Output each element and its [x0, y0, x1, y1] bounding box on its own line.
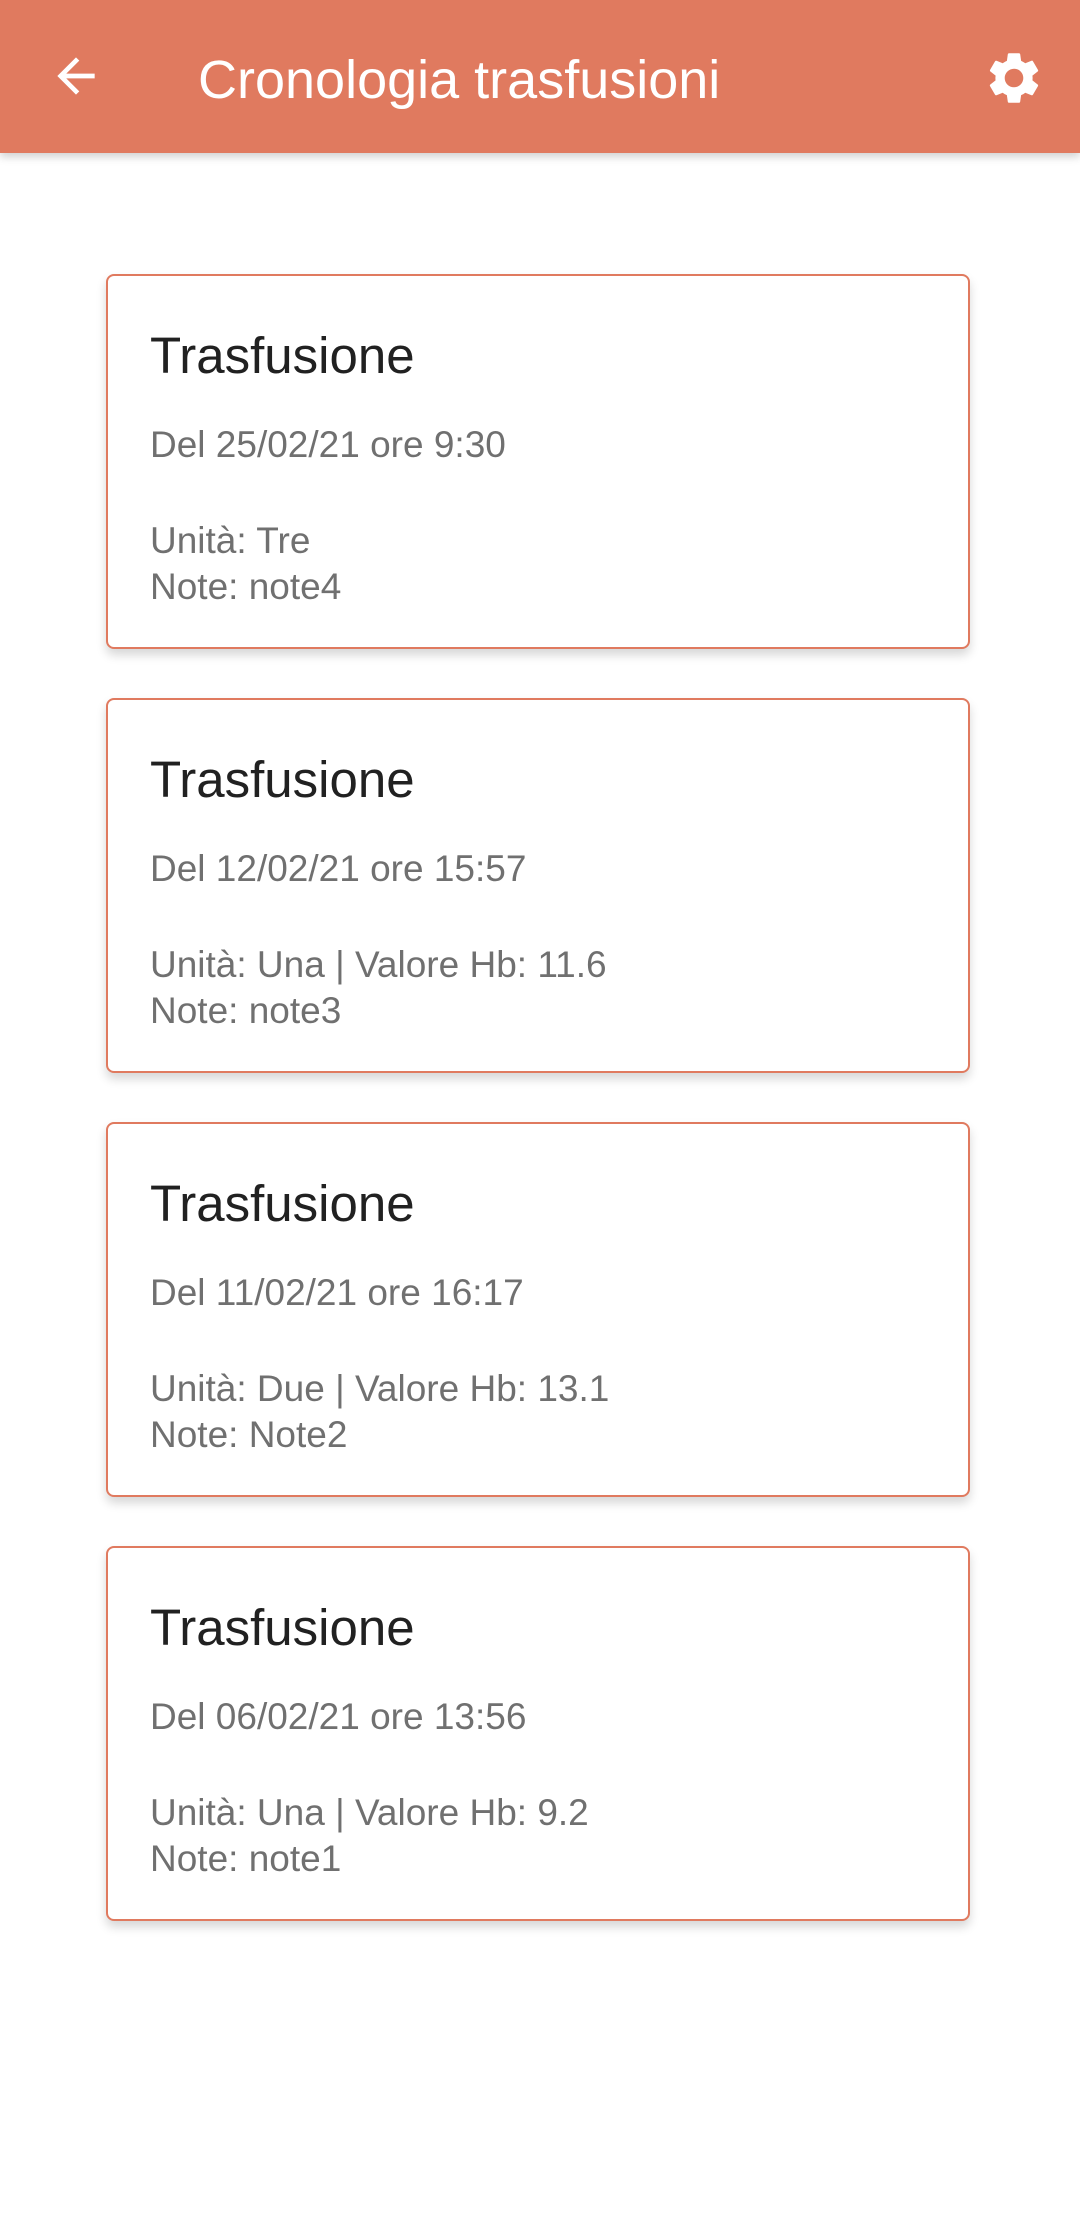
card-notes: Note: Note2 [150, 1414, 348, 1455]
settings-button[interactable] [972, 36, 1056, 120]
card-units: Unità: Una | Valore Hb: 11.6 [150, 944, 607, 985]
card-date: Del 06/02/21 ore 13:56 [150, 1696, 527, 1737]
card-date: Del 12/02/21 ore 15:57 [150, 848, 527, 889]
gear-icon [989, 53, 1039, 103]
transfusion-list: Trasfusione Del 25/02/21 ore 9:30 Unità:… [96, 246, 984, 1946]
card-title: Trasfusione [150, 327, 415, 384]
page-title: Cronologia trasfusioni [198, 50, 721, 110]
arrow-back-icon [57, 57, 95, 95]
card-date: Del 11/02/21 ore 16:17 [150, 1272, 524, 1313]
back-button[interactable] [36, 36, 116, 116]
card-units: Unità: Due | Valore Hb: 13.1 [150, 1368, 610, 1409]
card-notes: Note: note3 [150, 990, 342, 1031]
card-title: Trasfusione [150, 751, 415, 808]
card-notes: Note: note1 [150, 1838, 342, 1879]
card-units: Unità: Una | Valore Hb: 9.2 [150, 1792, 589, 1833]
transfusion-card[interactable]: Trasfusione Del 12/02/21 ore 15:57 Unità… [106, 698, 970, 1073]
transfusion-card[interactable]: Trasfusione Del 11/02/21 ore 16:17 Unità… [106, 1122, 970, 1497]
card-title: Trasfusione [150, 1175, 415, 1232]
card-notes: Note: note4 [150, 566, 342, 607]
card-title: Trasfusione [150, 1599, 415, 1656]
transfusion-card[interactable]: Trasfusione Del 06/02/21 ore 13:56 Unità… [106, 1546, 970, 1921]
card-units: Unità: Tre [150, 520, 311, 561]
card-date: Del 25/02/21 ore 9:30 [150, 424, 506, 465]
app-bar: Cronologia trasfusioni [0, 0, 1080, 153]
transfusion-card[interactable]: Trasfusione Del 25/02/21 ore 9:30 Unità:… [106, 274, 970, 649]
